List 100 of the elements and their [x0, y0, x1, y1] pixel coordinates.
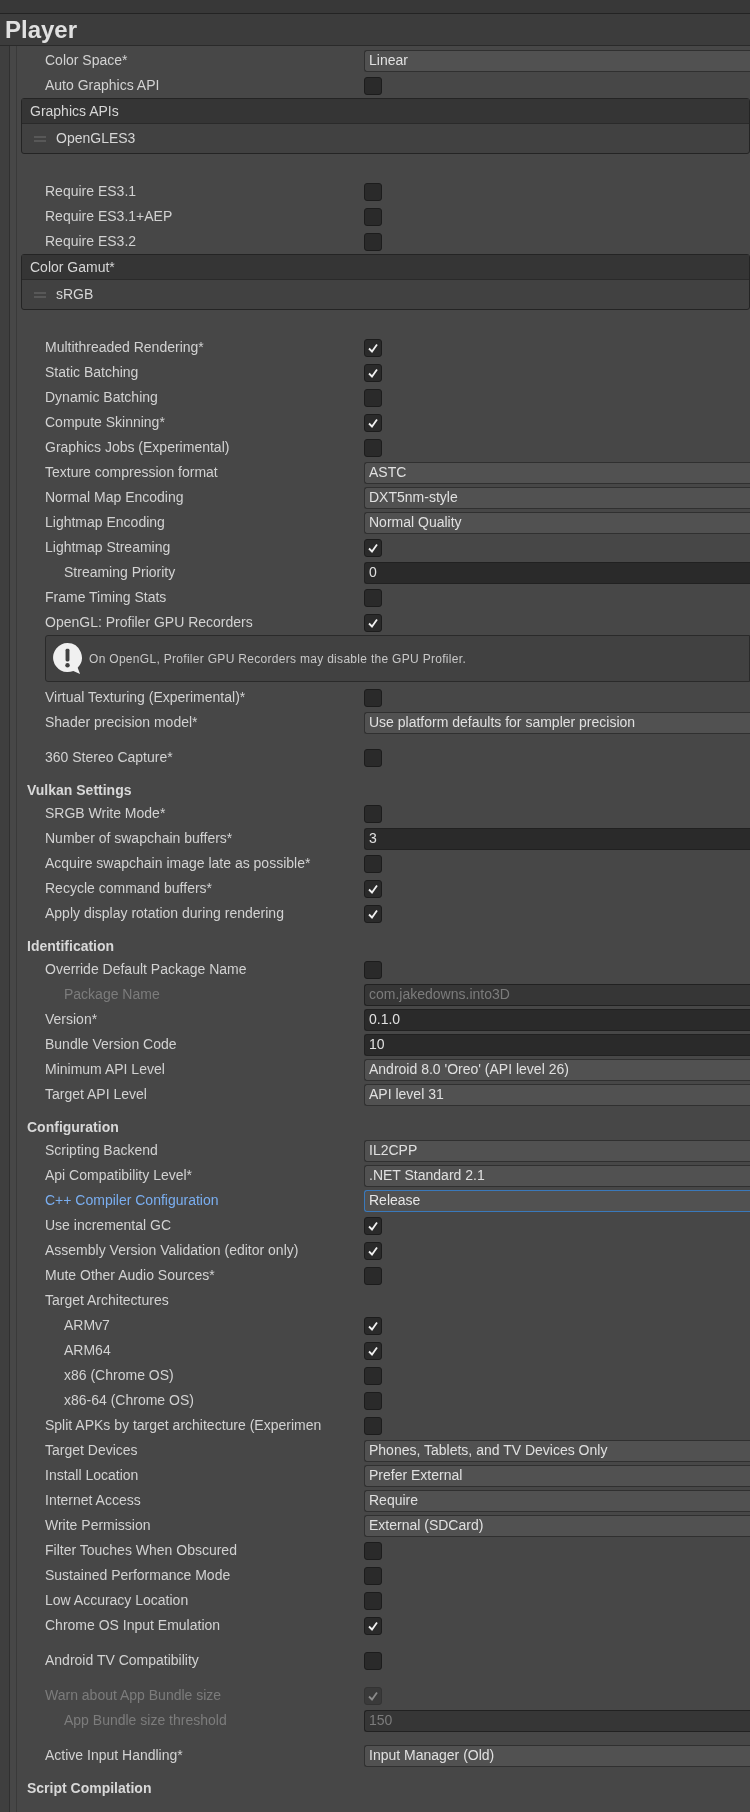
setting-label: 360 Stereo Capture* [45, 748, 174, 767]
setting-label: Install Location [45, 1466, 140, 1485]
dropdown[interactable]: .NET Standard 2.1 [364, 1164, 750, 1187]
checkbox[interactable] [364, 76, 382, 95]
setting-label: SRGB Write Mode* [45, 804, 167, 823]
checkbox[interactable] [364, 854, 382, 873]
checkbox[interactable] [364, 960, 382, 979]
checkbox[interactable] [364, 1616, 382, 1635]
checkbox[interactable] [364, 748, 382, 767]
checkmark-icon [367, 1319, 379, 1332]
setting-label: C++ Compiler Configuration [45, 1191, 220, 1210]
setting-label: x86 (Chrome OS) [64, 1366, 175, 1385]
panel-title: Player [5, 14, 78, 45]
input-field[interactable]: 3 [364, 827, 750, 850]
checkbox[interactable] [364, 1241, 382, 1260]
setting-label: Android TV Compatibility [45, 1651, 200, 1670]
setting-label: Virtual Texturing (Experimental)* [45, 688, 247, 707]
checkbox[interactable] [364, 904, 382, 923]
input-field[interactable]: 10 [364, 1033, 750, 1056]
dropdown[interactable]: API level 31 [364, 1083, 750, 1106]
setting-label: Acquire swapchain image late as possible* [45, 854, 312, 873]
checkbox[interactable] [364, 388, 382, 407]
setting-label: Low Accuracy Location [45, 1591, 190, 1610]
setting-label: Shader precision model* [45, 713, 199, 732]
checkmark-icon [367, 882, 379, 895]
setting-label: ARM64 [64, 1341, 112, 1360]
checkbox[interactable] [364, 1366, 382, 1385]
dropdown[interactable]: Prefer External [364, 1464, 750, 1487]
dropdown[interactable]: Use platform defaults for sampler precision [364, 711, 750, 734]
dropdown[interactable]: External (SDCard) [364, 1514, 750, 1537]
setting-label: Chrome OS Input Emulation [45, 1616, 222, 1635]
setting-label: Number of swapchain buffers* [45, 829, 234, 848]
checkmark-icon [367, 341, 379, 354]
setting-label: Graphics Jobs (Experimental) [45, 438, 231, 457]
section-heading: Vulkan Settings [27, 780, 133, 800]
checkmark-icon [367, 907, 379, 920]
setting-label: Normal Map Encoding [45, 488, 185, 507]
list-item[interactable]: sRGB [56, 284, 94, 305]
setting-label: ARMv7 [64, 1316, 111, 1335]
setting-label: Lightmap Streaming [45, 538, 172, 557]
section-heading: Identification [27, 936, 116, 956]
checkbox[interactable] [364, 182, 382, 201]
list-item[interactable]: OpenGLES3 [56, 128, 136, 149]
dropdown[interactable]: Require [364, 1489, 750, 1512]
checkbox[interactable] [364, 363, 382, 382]
dropdown[interactable]: Release [364, 1189, 750, 1212]
dropdown[interactable]: Android 8.0 'Oreo' (API level 26) [364, 1058, 750, 1081]
checkbox[interactable] [364, 1266, 382, 1285]
checkbox[interactable] [364, 1591, 382, 1610]
checkbox[interactable] [364, 232, 382, 251]
dropdown[interactable]: ASTC [364, 461, 750, 484]
list-header: Graphics APIs [22, 99, 749, 124]
dropdown[interactable]: Linear [364, 49, 750, 72]
checkmark-icon [367, 416, 379, 429]
input-field[interactable]: 0 [364, 561, 750, 584]
checkbox[interactable] [364, 1341, 382, 1360]
setting-label: Require ES3.2 [45, 232, 138, 251]
setting-label: x86-64 (Chrome OS) [64, 1391, 195, 1410]
dropdown[interactable]: DXT5nm-style [364, 486, 750, 509]
setting-label: Lightmap Encoding [45, 513, 166, 532]
dropdown[interactable]: Normal Quality [364, 511, 750, 534]
checkbox[interactable] [364, 1541, 382, 1560]
dropdown[interactable]: Phones, Tablets, and TV Devices Only [364, 1439, 750, 1462]
warning-icon [52, 642, 83, 675]
checkbox[interactable] [364, 879, 382, 898]
setting-label: Target Devices [45, 1441, 139, 1460]
list-header: Color Gamut* [22, 255, 749, 280]
setting-label: Sustained Performance Mode [45, 1566, 232, 1585]
checkmark-icon [367, 1344, 379, 1357]
checkbox[interactable] [364, 338, 382, 357]
checkbox[interactable] [364, 1316, 382, 1335]
checkbox[interactable] [364, 1566, 382, 1585]
input-field[interactable]: 0.1.0 [364, 1008, 750, 1031]
checkbox[interactable] [364, 1391, 382, 1410]
checkmark-icon [367, 1219, 379, 1232]
setting-label: Filter Touches When Obscured [45, 1541, 238, 1560]
checkbox[interactable] [364, 413, 382, 432]
warning-message: On OpenGL, Profiler GPU Recorders may disable the GPU Profiler. [89, 650, 467, 668]
section-heading: Script Compilation [27, 1778, 153, 1798]
checkbox[interactable] [364, 1416, 382, 1435]
setting-label: Api Compatibility Level* [45, 1166, 194, 1185]
checkmark-icon [367, 541, 379, 554]
checkbox[interactable] [364, 804, 382, 823]
checkbox[interactable] [364, 688, 382, 707]
checkbox[interactable] [364, 588, 382, 607]
setting-label: Static Batching [45, 363, 140, 382]
checkmark-icon [367, 616, 379, 629]
setting-label: Internet Access [45, 1491, 142, 1510]
setting-label: Scripting Backend [45, 1141, 159, 1160]
checkbox[interactable] [364, 438, 382, 457]
dropdown[interactable]: Input Manager (Old) [364, 1744, 750, 1767]
checkbox[interactable] [364, 207, 382, 226]
checkbox[interactable] [364, 1651, 382, 1670]
setting-label: Dynamic Batching [45, 388, 159, 407]
checkbox[interactable] [364, 613, 382, 632]
setting-label: Mute Other Audio Sources* [45, 1266, 216, 1285]
checkmark-icon [367, 1244, 379, 1257]
checkbox[interactable] [364, 538, 382, 557]
dropdown[interactable]: IL2CPP [364, 1139, 750, 1162]
checkbox[interactable] [364, 1216, 382, 1235]
